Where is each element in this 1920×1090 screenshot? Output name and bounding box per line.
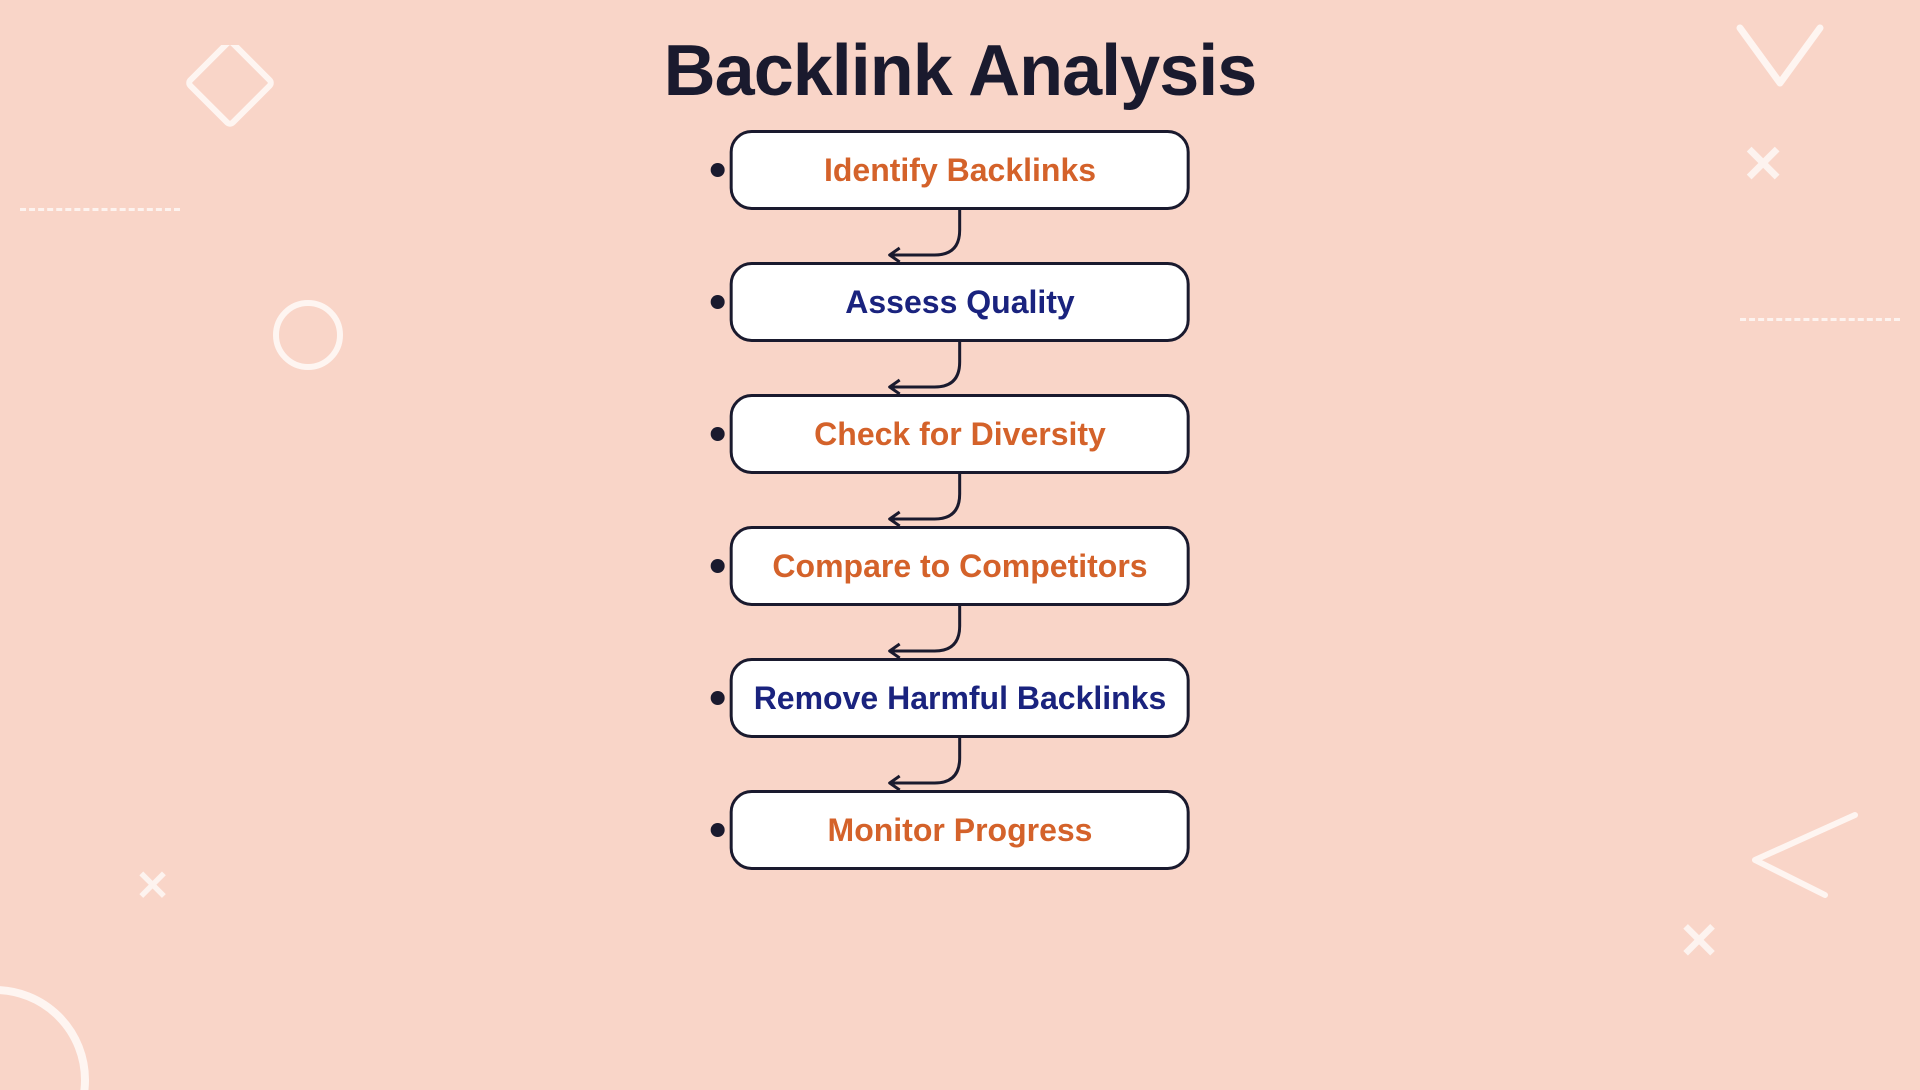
step-identify: Identify Backlinks (730, 130, 1190, 210)
step-box-assess: Assess Quality (730, 262, 1190, 342)
step-label-diversity: Check for Diversity (814, 416, 1106, 453)
step-label-identify: Identify Backlinks (824, 152, 1096, 189)
step-box-remove: Remove Harmful Backlinks (730, 658, 1190, 738)
x-decoration-bottom-right: ✕ (1678, 912, 1720, 970)
dashed-line-right (1740, 318, 1900, 321)
connector-2-3 (730, 342, 1190, 394)
connector-5-6 (730, 738, 1190, 790)
circle-segment-decoration (0, 960, 115, 1090)
step-diversity: Check for Diversity (730, 394, 1190, 474)
step-assess: Assess Quality (730, 262, 1190, 342)
connector-1-2 (730, 210, 1190, 262)
x-decoration-left: ✕ (135, 861, 170, 910)
triangle-decoration (1745, 805, 1865, 905)
flow-diagram: Identify Backlinks Assess Quality Check … (730, 130, 1190, 870)
dashed-line-left (20, 208, 180, 211)
step-box-identify: Identify Backlinks (730, 130, 1190, 210)
step-label-assess: Assess Quality (845, 284, 1074, 321)
page-title: Backlink Analysis (664, 30, 1257, 112)
connector-3-4 (730, 474, 1190, 526)
step-label-compare: Compare to Competitors (772, 548, 1147, 585)
step-monitor: Monitor Progress (730, 790, 1190, 870)
step-remove: Remove Harmful Backlinks (730, 658, 1190, 738)
step-label-monitor: Monitor Progress (828, 812, 1093, 849)
x-decoration-top-right: ✕ (1741, 135, 1785, 195)
main-content: Backlink Analysis Identify Backlinks Ass… (664, 0, 1257, 870)
circle-decoration (268, 295, 348, 375)
chevron-decoration (1730, 18, 1830, 98)
diamond-decoration (185, 45, 275, 135)
connector-4-5 (730, 606, 1190, 658)
step-compare: Compare to Competitors (730, 526, 1190, 606)
step-label-remove: Remove Harmful Backlinks (754, 680, 1167, 717)
step-box-diversity: Check for Diversity (730, 394, 1190, 474)
step-box-compare: Compare to Competitors (730, 526, 1190, 606)
step-box-monitor: Monitor Progress (730, 790, 1190, 870)
